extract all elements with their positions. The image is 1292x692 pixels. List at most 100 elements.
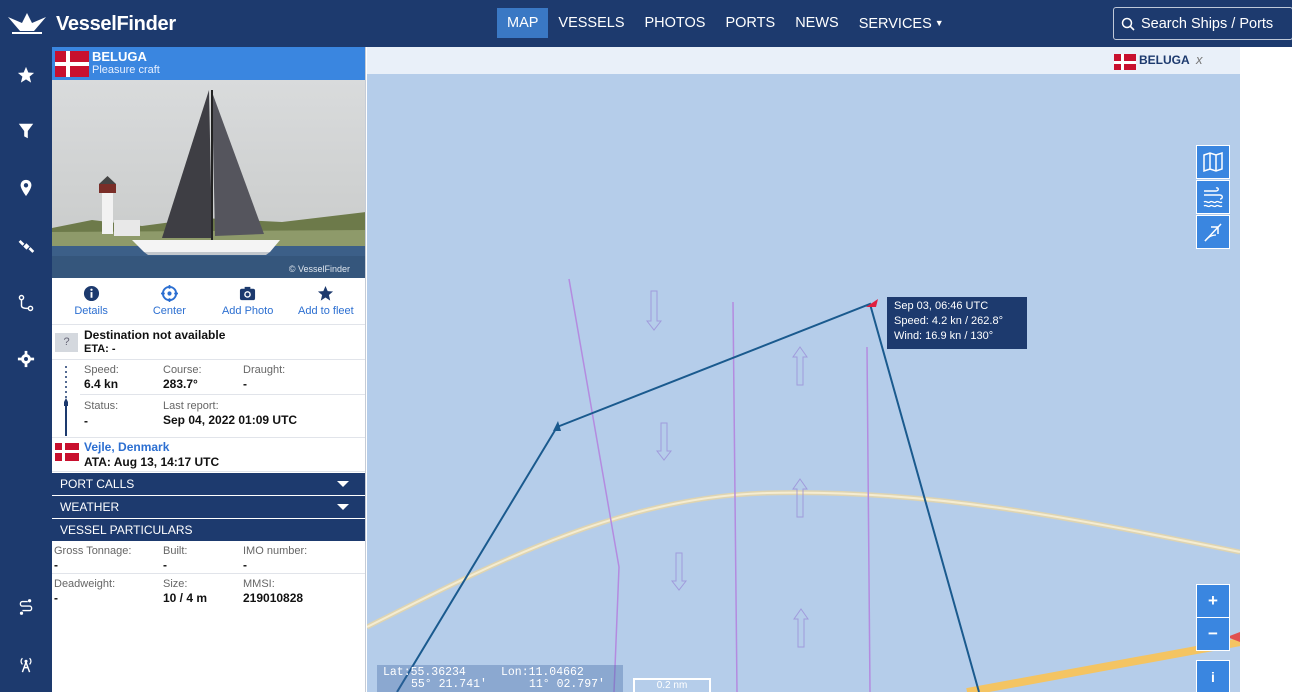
gross-tonnage-label: Gross Tonnage: bbox=[54, 545, 132, 557]
weather-layer-button[interactable] bbox=[1196, 180, 1230, 214]
map-info-button[interactable]: i bbox=[1196, 660, 1230, 692]
last-report-label: Last report: bbox=[163, 400, 219, 412]
nav-services[interactable]: SERVICES ▼ bbox=[849, 8, 954, 38]
route-icon[interactable] bbox=[14, 291, 38, 315]
deadweight-value: - bbox=[54, 591, 58, 605]
vessel-particulars-label: VESSEL PARTICULARS bbox=[60, 523, 193, 537]
deadweight-label: Deadweight: bbox=[54, 578, 116, 590]
measure-icon bbox=[1204, 223, 1222, 242]
denmark-flag-icon bbox=[55, 443, 79, 461]
destination-eta: ETA: - bbox=[84, 343, 116, 355]
center-label: Center bbox=[152, 305, 186, 317]
add-to-fleet-button[interactable]: Add to fleet bbox=[287, 278, 365, 324]
search-placeholder: Search Ships / Ports bbox=[1141, 15, 1274, 32]
satellite-icon[interactable] bbox=[14, 234, 38, 258]
longitude-dms: 11° 02.797′ bbox=[529, 678, 605, 691]
map-canvas[interactable]: BELUGA x Sep 03, 06:46 UTC Speed: 4.2 kn… bbox=[367, 47, 1240, 692]
weather-label: WEATHER bbox=[60, 500, 120, 514]
tooltip-wind: Wind: 16.9 kn / 130° bbox=[894, 330, 994, 342]
add-to-fleet-label: Add to fleet bbox=[298, 305, 354, 317]
last-port-row: Vejle, Denmark ATA: Aug 13, 14:17 UTC bbox=[52, 438, 365, 472]
map-layers-button[interactable] bbox=[1196, 145, 1230, 179]
filter-icon[interactable] bbox=[14, 119, 38, 143]
last-port-link[interactable]: Vejle, Denmark bbox=[84, 440, 169, 454]
draught-value: - bbox=[243, 377, 247, 391]
built-label: Built: bbox=[163, 545, 188, 557]
zoom-out-button[interactable]: − bbox=[1196, 617, 1230, 651]
destination-row: ? Destination not available ETA: - bbox=[52, 325, 365, 360]
mmsi-label: MMSI: bbox=[243, 578, 275, 590]
particulars-row-2: Deadweight: - Size: 10 / 4 m MMSI: 21901… bbox=[52, 574, 365, 607]
gross-tonnage-value: - bbox=[54, 558, 58, 572]
imo-value: - bbox=[243, 558, 247, 572]
brand[interactable]: VesselFinder bbox=[6, 8, 176, 40]
latitude-dms: 55° 21.741′ bbox=[411, 678, 487, 691]
search-icon bbox=[1121, 17, 1135, 31]
center-button[interactable]: Center bbox=[130, 278, 208, 324]
vessel-header: BELUGA Pleasure craft bbox=[52, 47, 365, 80]
ship-logo-icon bbox=[8, 13, 46, 34]
gear-icon[interactable] bbox=[14, 347, 38, 371]
antenna-icon[interactable] bbox=[14, 652, 38, 676]
info-icon bbox=[83, 285, 99, 302]
vessel-particulars-section[interactable]: VESSEL PARTICULARS bbox=[52, 519, 365, 541]
map-layers-icon bbox=[1203, 151, 1223, 173]
add-photo-button[interactable]: Add Photo bbox=[209, 278, 287, 324]
port-calls-section[interactable]: PORT CALLS bbox=[52, 473, 365, 495]
left-tool-rail bbox=[0, 47, 52, 692]
mmsi-value: 219010828 bbox=[243, 591, 304, 605]
crosshair-icon bbox=[160, 285, 178, 302]
map-vessel-tab-name[interactable]: BELUGA bbox=[1139, 53, 1190, 67]
details-button[interactable]: Details bbox=[52, 278, 130, 324]
location-pin-icon[interactable] bbox=[14, 176, 38, 200]
size-label: Size: bbox=[163, 578, 188, 590]
chevron-down-icon: ▼ bbox=[934, 18, 944, 28]
map-overlay bbox=[367, 278, 1240, 692]
course-value: 283.7° bbox=[163, 377, 198, 391]
vessel-panel: BELUGA Pleasure craft © VesselFinder Det… bbox=[52, 47, 366, 692]
nav-vessels[interactable]: VESSELS bbox=[548, 8, 634, 38]
weather-section[interactable]: WEATHER bbox=[52, 496, 365, 518]
zoom-in-button[interactable]: + bbox=[1196, 584, 1230, 618]
photo-watermark: © VesselFinder bbox=[289, 264, 350, 274]
stats-divider bbox=[80, 394, 365, 395]
course-label: Course: bbox=[163, 364, 202, 376]
imo-label: IMO number: bbox=[243, 545, 308, 557]
status-label: Status: bbox=[84, 400, 119, 412]
voyage-icon[interactable] bbox=[14, 595, 38, 619]
nav-map[interactable]: MAP bbox=[497, 8, 549, 38]
vessel-type: Pleasure craft bbox=[92, 64, 160, 76]
brand-name: VesselFinder bbox=[56, 12, 176, 35]
vessel-name: BELUGA bbox=[92, 49, 147, 64]
star-icon[interactable] bbox=[14, 63, 38, 87]
tooltip-speed: Speed: 4.2 kn / 262.8° bbox=[894, 315, 1003, 327]
search-input[interactable]: Search Ships / Ports bbox=[1113, 7, 1292, 40]
last-report-value: Sep 04, 2022 01:09 UTC bbox=[163, 413, 298, 427]
page-margin bbox=[1240, 47, 1292, 692]
built-value: - bbox=[163, 558, 167, 572]
nav-news[interactable]: NEWS bbox=[785, 8, 849, 38]
cursor-coordinates: Lat:55.36234 Lon:11.04662 55° 21.741′ 11… bbox=[377, 665, 623, 692]
nav-services-label: SERVICES bbox=[858, 16, 932, 32]
destination-title: Destination not available bbox=[84, 328, 226, 342]
draught-label: Draught: bbox=[243, 364, 286, 376]
denmark-flag-icon bbox=[55, 51, 89, 77]
star-icon bbox=[318, 285, 334, 301]
vessel-actions: Details Center Add Photo Add to fleet bbox=[52, 278, 365, 325]
wind-waves-icon bbox=[1203, 187, 1223, 208]
top-navigation-bar: VesselFinder MAP VESSELS PHOTOS PORTS NE… bbox=[0, 0, 1292, 47]
measure-tool-button[interactable] bbox=[1196, 215, 1230, 249]
nav-photos[interactable]: PHOTOS bbox=[635, 8, 716, 38]
vessel-photo[interactable]: © VesselFinder bbox=[52, 80, 365, 278]
chevron-down-icon bbox=[337, 481, 349, 487]
close-icon[interactable]: x bbox=[1196, 52, 1203, 67]
last-port-ata: ATA: Aug 13, 14:17 UTC bbox=[84, 455, 220, 469]
nav-ports[interactable]: PORTS bbox=[715, 8, 785, 38]
main-nav: MAP VESSELS PHOTOS PORTS NEWS SERVICES ▼ bbox=[497, 8, 954, 38]
minus-icon: − bbox=[1208, 624, 1218, 643]
plus-icon: + bbox=[1208, 591, 1218, 610]
port-calls-label: PORT CALLS bbox=[60, 477, 135, 491]
add-photo-label: Add Photo bbox=[221, 305, 274, 317]
speed-value: 6.4 kn bbox=[84, 377, 119, 391]
track-point-tooltip: Sep 03, 06:46 UTC Speed: 4.2 kn / 262.8°… bbox=[887, 297, 1027, 349]
